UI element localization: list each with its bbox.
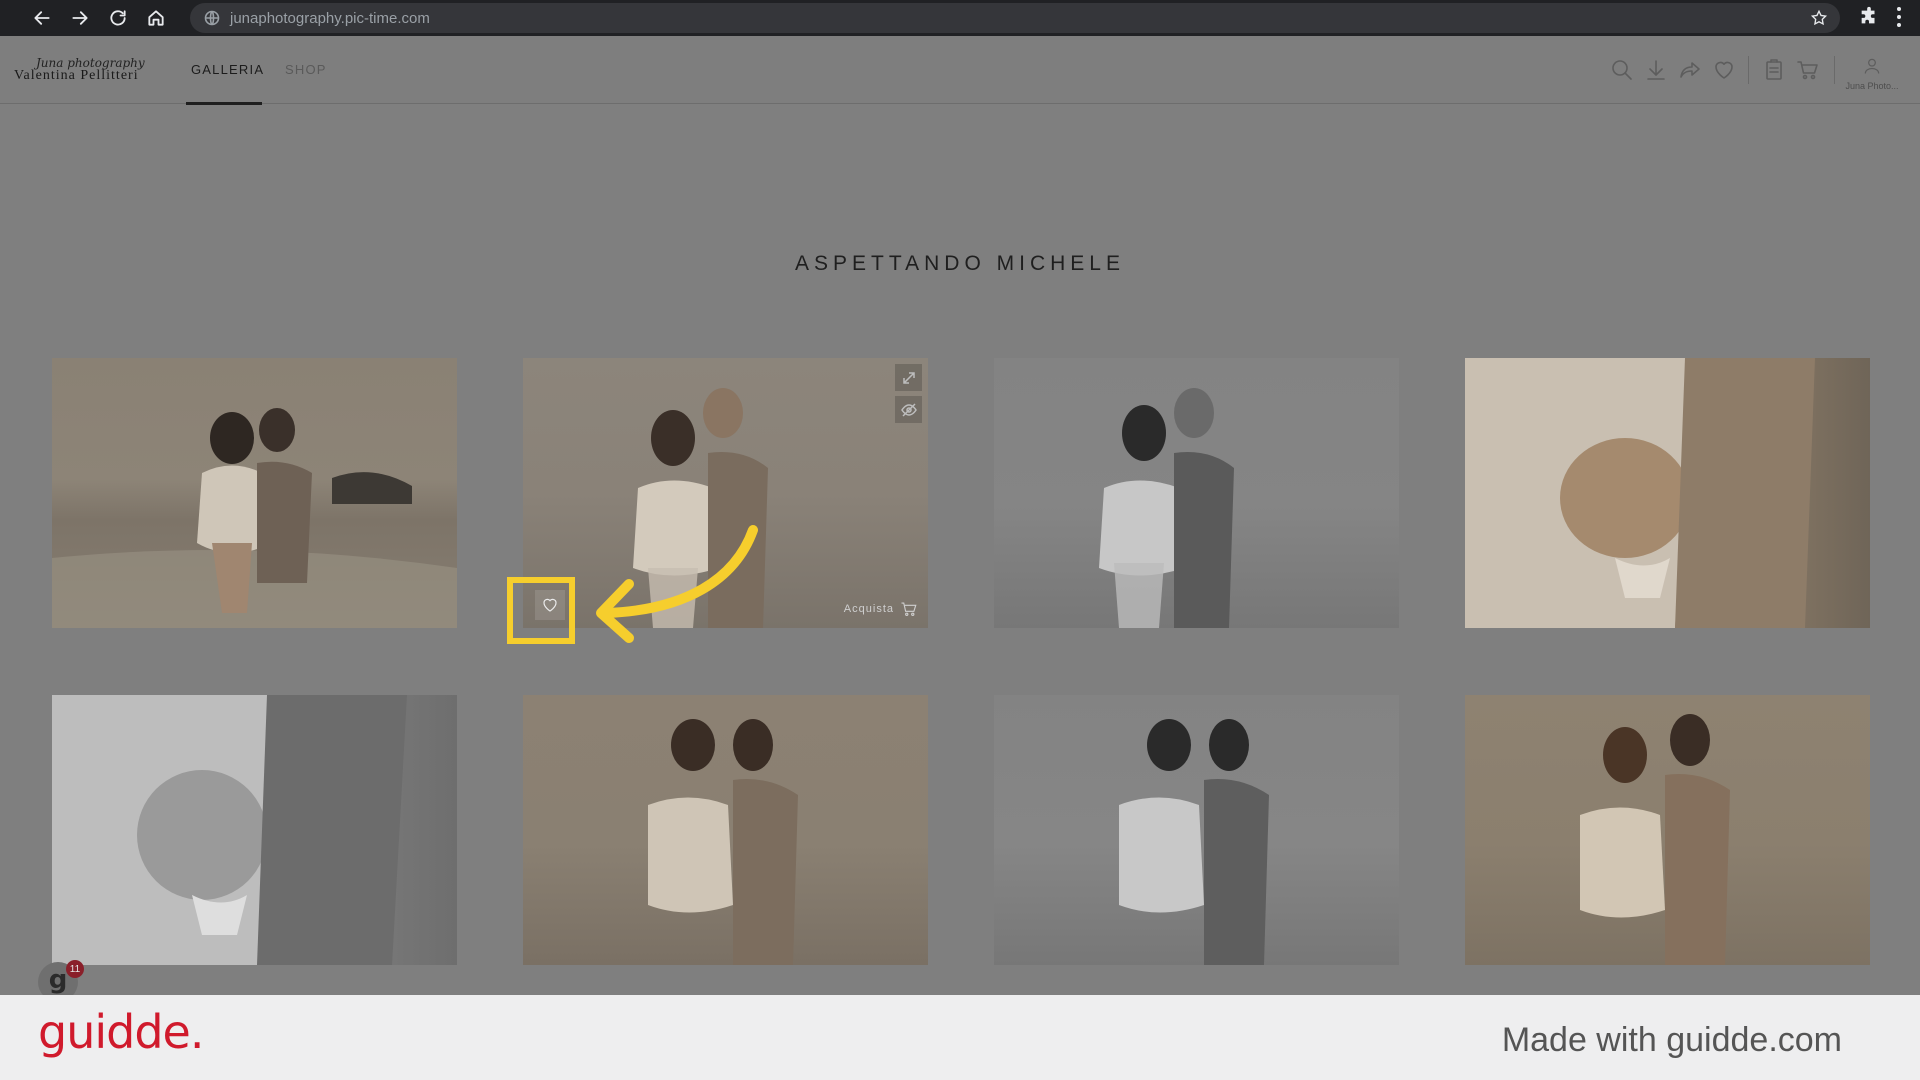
site-logo[interactable]: Juna photography Valentina Pellitteri (14, 56, 154, 86)
site-info-icon[interactable] (204, 10, 220, 26)
tutorial-highlight-box (507, 577, 575, 644)
reload-icon[interactable] (102, 4, 134, 32)
back-icon[interactable] (26, 4, 58, 32)
user-icon (1864, 58, 1880, 74)
gallery-title: ASPETTANDO MICHELE (795, 252, 1125, 275)
tab-shop[interactable]: SHOP (285, 62, 327, 77)
header-divider (1834, 56, 1835, 84)
site-header: Juna photography Valentina Pellitteri GA… (0, 36, 1920, 105)
cart-icon[interactable] (1796, 58, 1820, 82)
url-text: junaphotography.pic-time.com (230, 9, 430, 27)
download-icon[interactable] (1644, 58, 1668, 82)
search-icon[interactable] (1610, 58, 1634, 82)
buy-label: Acquista (843, 603, 894, 615)
account-menu[interactable]: Juna Photo... (1840, 56, 1904, 91)
hide-eye-icon[interactable] (895, 396, 922, 423)
active-tab-indicator (186, 102, 262, 105)
address-bar[interactable]: junaphotography.pic-time.com (190, 3, 1840, 33)
logo-name: Valentina Pellitteri (14, 68, 139, 83)
gallery-photo[interactable] (1465, 695, 1870, 965)
forward-icon[interactable] (64, 4, 96, 32)
orders-clipboard-icon[interactable] (1762, 58, 1786, 82)
guidde-footer-banner: guidde. Made with guidde.com (0, 995, 1920, 1080)
home-icon[interactable] (140, 4, 172, 32)
browser-menu-icon[interactable] (1894, 5, 1904, 29)
gallery-photo[interactable] (994, 695, 1399, 965)
share-icon[interactable] (1678, 58, 1702, 82)
extensions-puzzle-icon[interactable] (1858, 6, 1880, 28)
buy-button[interactable]: Acquista (844, 600, 918, 618)
gallery-photo[interactable] (994, 358, 1399, 628)
made-with-text: Made with guidde.com (1501, 1021, 1842, 1059)
gallery-photo[interactable] (52, 358, 457, 628)
cart-icon (901, 602, 917, 616)
tab-galleria[interactable]: GALLERIA (191, 62, 264, 77)
guidde-avatar-letter: g (48, 965, 68, 995)
account-label: Juna Photo... (1845, 81, 1899, 91)
photo-tools (895, 364, 922, 423)
guidde-logo[interactable]: guidde. (38, 1005, 204, 1059)
favorites-heart-icon[interactable] (1712, 58, 1736, 82)
notification-badge: 11 (66, 960, 84, 978)
header-divider (1748, 56, 1749, 84)
tutorial-arrow-icon (596, 525, 758, 643)
expand-icon[interactable] (895, 364, 922, 391)
gallery-photo[interactable] (52, 695, 457, 965)
bookmark-star-icon[interactable] (1810, 9, 1828, 27)
browser-toolbar: junaphotography.pic-time.com (0, 0, 1920, 36)
gallery-photo[interactable] (523, 695, 928, 965)
gallery-photo[interactable] (1465, 358, 1870, 628)
